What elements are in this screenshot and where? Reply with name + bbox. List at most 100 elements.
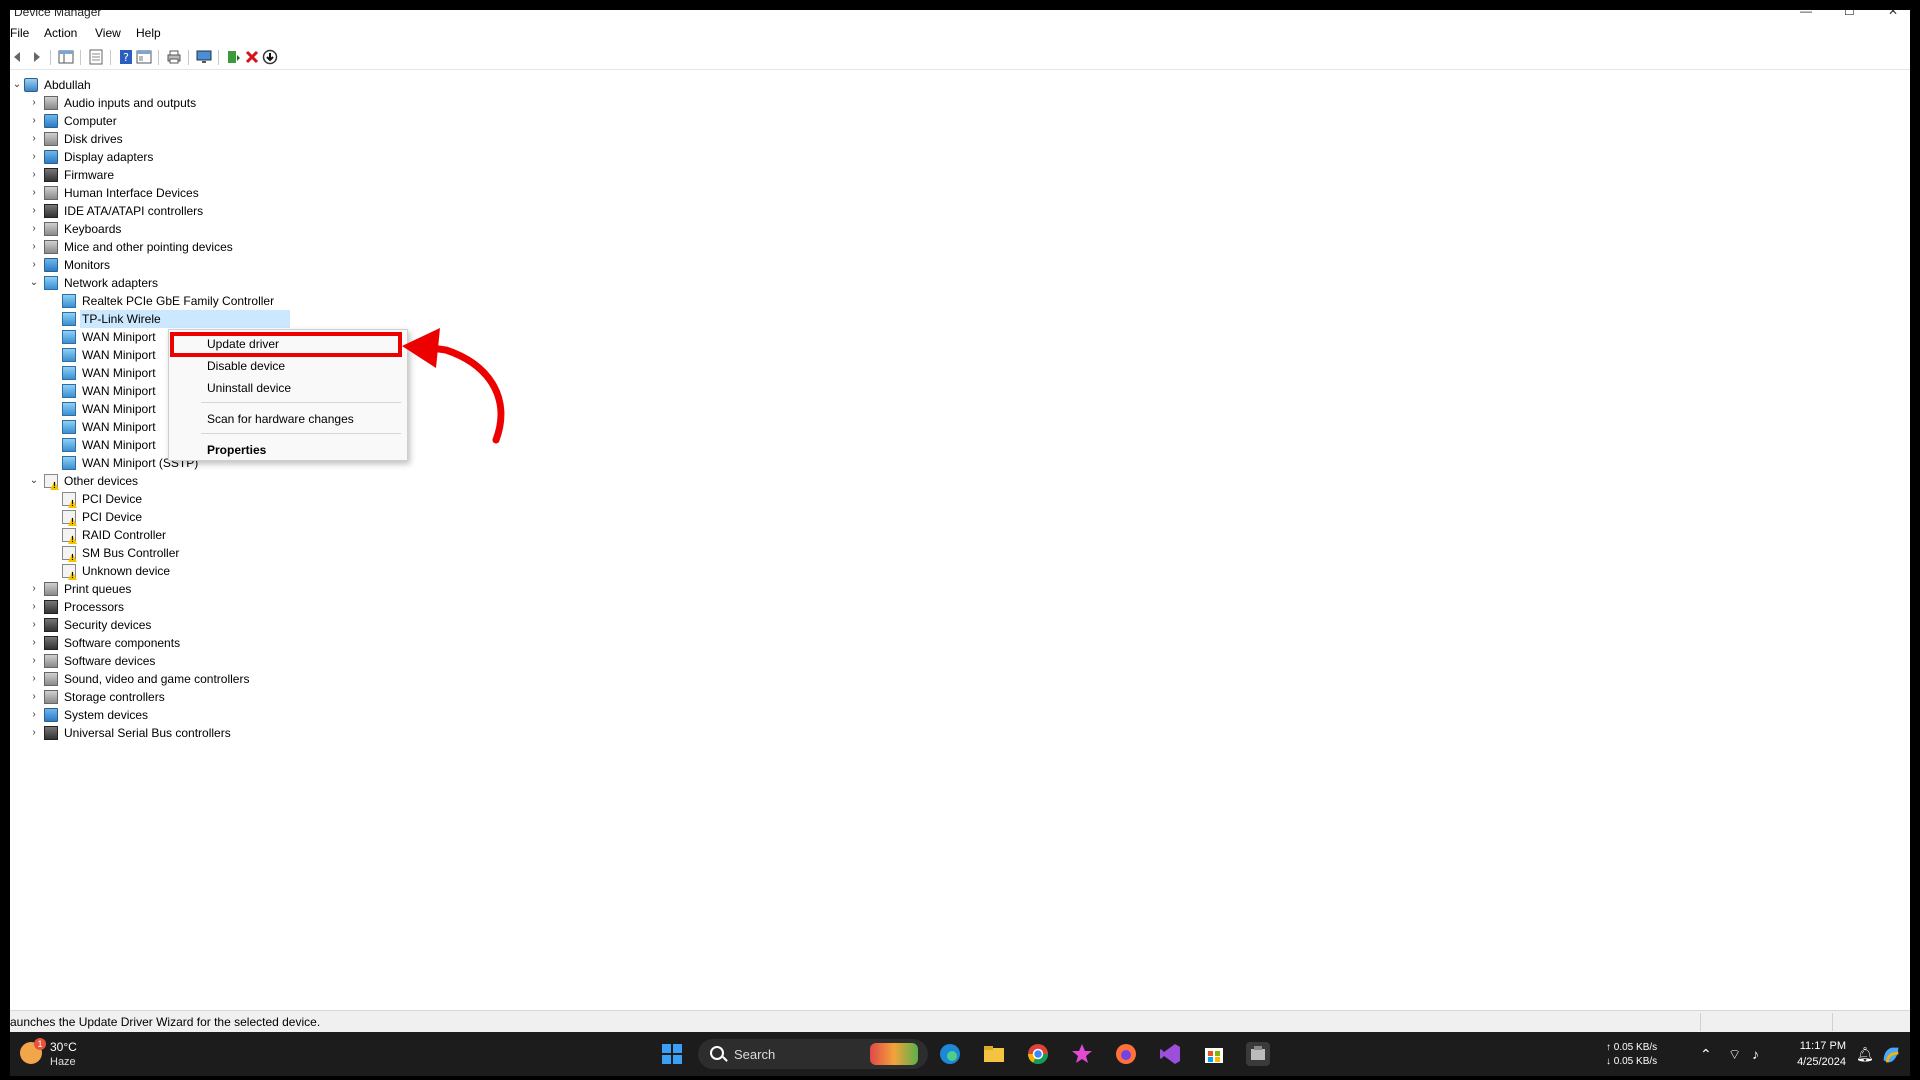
- chevron-right-icon[interactable]: ›: [29, 152, 39, 162]
- device-label: WAN Miniport: [82, 438, 156, 452]
- menu-file[interactable]: File: [10, 26, 29, 40]
- download-icon[interactable]: [262, 49, 278, 65]
- chevron-right-icon[interactable]: ›: [29, 602, 39, 612]
- show-hide-console-tree-icon[interactable]: [58, 49, 74, 65]
- menu-help[interactable]: Help: [136, 26, 161, 40]
- chevron-down-icon[interactable]: ⌄: [29, 476, 39, 486]
- chevron-right-icon[interactable]: ›: [29, 638, 39, 648]
- close-button[interactable]: ✕: [1888, 10, 1898, 18]
- network-adapter-icon: [62, 456, 76, 470]
- category-label: Storage controllers: [64, 690, 165, 704]
- hid-icon: [44, 186, 58, 200]
- weather-temp[interactable]: 30°C: [50, 1040, 77, 1054]
- forward-icon[interactable]: [28, 49, 44, 65]
- taskbar-search[interactable]: Search: [698, 1039, 928, 1069]
- chevron-right-icon[interactable]: ›: [29, 98, 39, 108]
- uninstall-icon[interactable]: [244, 49, 260, 65]
- software-device-icon: [44, 654, 58, 668]
- maximize-button[interactable]: ☐: [1844, 10, 1855, 18]
- copilot-icon[interactable]: [1880, 1044, 1902, 1066]
- chevron-right-icon[interactable]: ›: [29, 170, 39, 180]
- chevron-right-icon[interactable]: ›: [29, 206, 39, 216]
- window-title: Device Manager: [14, 10, 102, 19]
- mouse-icon: [44, 240, 58, 254]
- toolbar-separator: [218, 50, 219, 65]
- menu-item-disable-device[interactable]: Disable device: [207, 359, 285, 373]
- chevron-right-icon[interactable]: ›: [29, 188, 39, 198]
- monitor-icon[interactable]: [196, 49, 212, 65]
- chevron-right-icon[interactable]: ›: [29, 728, 39, 738]
- device-label: WAN Miniport: [82, 420, 156, 434]
- minimize-button[interactable]: —: [1800, 10, 1812, 18]
- help-icon[interactable]: ?: [118, 49, 134, 65]
- chevron-right-icon[interactable]: ›: [29, 584, 39, 594]
- other-devices-icon: [44, 474, 58, 488]
- status-bar: aunches the Update Driver Wizard for the…: [10, 1010, 1910, 1032]
- app-icon[interactable]: [1070, 1042, 1094, 1066]
- windows-start-icon[interactable]: [660, 1042, 684, 1066]
- device-label: Realtek PCIe GbE Family Controller: [82, 294, 275, 308]
- search-icon: [710, 1046, 724, 1060]
- toolbar: ?: [10, 46, 1910, 70]
- chevron-right-icon[interactable]: ›: [29, 674, 39, 684]
- clock-date[interactable]: 4/25/2024: [1786, 1056, 1846, 1068]
- status-pane-divider: [1832, 1013, 1833, 1031]
- toolbar-separator: [188, 50, 189, 65]
- category-label: Print queues: [64, 582, 132, 596]
- category-label: Software components: [64, 636, 181, 650]
- chevron-right-icon[interactable]: ›: [29, 116, 39, 126]
- firefox-icon[interactable]: [1114, 1042, 1138, 1066]
- chevron-right-icon[interactable]: ›: [29, 224, 39, 234]
- print-icon[interactable]: [166, 49, 182, 65]
- chrome-icon[interactable]: [1026, 1042, 1050, 1066]
- chevron-right-icon[interactable]: ›: [29, 692, 39, 702]
- category-label: Network adapters: [64, 276, 159, 290]
- chevron-right-icon[interactable]: ›: [29, 260, 39, 270]
- chevron-right-icon[interactable]: ›: [29, 656, 39, 666]
- chevron-right-icon[interactable]: ›: [29, 620, 39, 630]
- warning-device-icon: [62, 546, 76, 560]
- menu-item-properties[interactable]: Properties: [207, 443, 266, 457]
- clock-time[interactable]: 11:17 PM: [1786, 1040, 1846, 1052]
- microsoft-store-icon[interactable]: [1202, 1042, 1226, 1066]
- menu-item-uninstall-device[interactable]: Uninstall device: [207, 381, 291, 395]
- device-manager-icon[interactable]: [1246, 1042, 1270, 1066]
- menu-action[interactable]: Action: [44, 26, 77, 40]
- security-icon: [44, 618, 58, 632]
- volume-icon[interactable]: ♪: [1752, 1046, 1759, 1062]
- edge-icon[interactable]: [938, 1042, 962, 1066]
- chevron-right-icon[interactable]: ›: [29, 242, 39, 252]
- file-explorer-icon[interactable]: [982, 1042, 1006, 1066]
- back-icon[interactable]: [10, 49, 26, 65]
- warning-device-icon: [62, 564, 76, 578]
- selected-device-label: TP-Link Wirele: [82, 312, 161, 326]
- category-label: Disk drives: [64, 132, 123, 146]
- category-label: Mice and other pointing devices: [64, 240, 233, 254]
- visual-studio-icon[interactable]: [1158, 1042, 1182, 1066]
- properties-icon[interactable]: [88, 49, 104, 65]
- category-label: Computer: [64, 114, 117, 128]
- notification-bell-icon[interactable]: 🔔︎: [1856, 1046, 1874, 1063]
- category-label: Security devices: [64, 618, 152, 632]
- chevron-down-icon[interactable]: ⌄: [29, 278, 39, 288]
- chevron-up-icon[interactable]: ⌃: [1700, 1046, 1712, 1063]
- category-label: Keyboards: [64, 222, 122, 236]
- view-icon[interactable]: [136, 49, 152, 65]
- chevron-right-icon[interactable]: ›: [29, 710, 39, 720]
- search-label: Search: [734, 1047, 776, 1062]
- toolbar-separator: [80, 50, 81, 65]
- device-label: WAN Miniport: [82, 330, 156, 344]
- menu-item-scan-hardware[interactable]: Scan for hardware changes: [207, 412, 354, 426]
- toolbar-separator: [110, 50, 111, 65]
- monitor-icon: [44, 258, 58, 272]
- chevron-down-icon[interactable]: ⌄: [12, 80, 22, 90]
- menu-view[interactable]: View: [95, 26, 121, 40]
- category-label: Software devices: [64, 654, 156, 668]
- taskbar: 1 30°C Haze Search ↑ 0.05 KB/s ↓ 0.05 KB…: [10, 1032, 1910, 1076]
- update-driver-icon[interactable]: [226, 49, 242, 65]
- chevron-right-icon[interactable]: ›: [29, 134, 39, 144]
- device-label: PCI Device: [82, 492, 143, 506]
- device-label: SM Bus Controller: [82, 546, 180, 560]
- weather-condition[interactable]: Haze: [50, 1056, 76, 1068]
- wifi-icon[interactable]: ⌔: [1728, 1046, 1741, 1064]
